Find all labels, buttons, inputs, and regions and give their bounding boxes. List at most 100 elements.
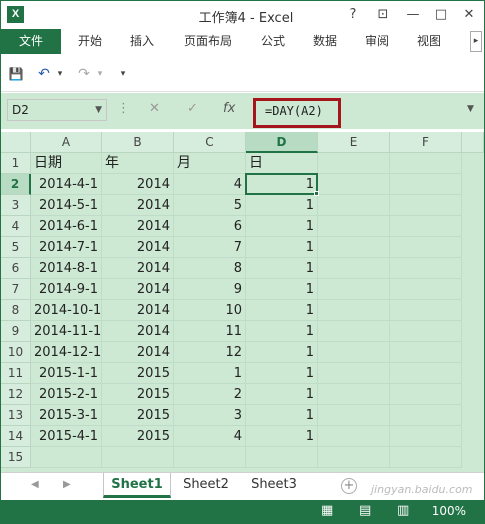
cell-b6[interactable]: 2014 <box>102 258 174 279</box>
cell-e6[interactable] <box>318 258 390 279</box>
sheet-tab-2[interactable]: Sheet2 <box>173 473 239 498</box>
row-header[interactable]: 6 <box>1 258 31 279</box>
row-header[interactable]: 15 <box>1 447 31 468</box>
worksheet-grid[interactable]: A B C D E F 1 日期年月日 2 2014-4-1 2014 4 1 3 2014-5-1 2014… <box>1 132 484 472</box>
cell-c14[interactable]: 4 <box>174 426 246 447</box>
tab-file[interactable]: 文件 <box>1 29 61 54</box>
cell-f1[interactable] <box>390 153 462 174</box>
cell-a5[interactable]: 2014-7-1 <box>31 237 102 258</box>
cell-e8[interactable] <box>318 300 390 321</box>
cell-b2[interactable]: 2014 <box>102 174 174 195</box>
cell-c8[interactable]: 10 <box>174 300 246 321</box>
save-icon[interactable]: 💾 <box>7 64 25 84</box>
cell-c7[interactable]: 9 <box>174 279 246 300</box>
column-header-f[interactable]: F <box>390 132 462 153</box>
formula-input[interactable]: =DAY(A2) <box>265 104 323 118</box>
cell-e14[interactable] <box>318 426 390 447</box>
cell-b4[interactable]: 2014 <box>102 216 174 237</box>
ribbon-display-button[interactable]: ⊡ <box>373 5 393 25</box>
cell-d13[interactable]: 1 <box>246 405 318 426</box>
cell-d14[interactable]: 1 <box>246 426 318 447</box>
page-break-icon[interactable]: ▥ <box>397 503 409 518</box>
cell-f15[interactable] <box>390 447 462 468</box>
cell-c10[interactable]: 12 <box>174 342 246 363</box>
cell-a3[interactable]: 2014-5-1 <box>31 195 102 216</box>
tab-page-layout[interactable]: 页面布局 <box>173 29 243 54</box>
cell-c11[interactable]: 1 <box>174 363 246 384</box>
cell-d7[interactable]: 1 <box>246 279 318 300</box>
cell-e5[interactable] <box>318 237 390 258</box>
cell-f2[interactable] <box>390 174 462 195</box>
customize-toolbar-icon[interactable]: ▾ <box>117 64 129 84</box>
expand-formula-icon[interactable]: ▼ <box>467 104 474 114</box>
cell-e7[interactable] <box>318 279 390 300</box>
cell-e11[interactable] <box>318 363 390 384</box>
cell-e2[interactable] <box>318 174 390 195</box>
cell-f11[interactable] <box>390 363 462 384</box>
cell-a13[interactable]: 2015-3-1 <box>31 405 102 426</box>
cell-b14[interactable]: 2015 <box>102 426 174 447</box>
cell-a9[interactable]: 2014-11-1 <box>31 321 102 342</box>
cell-c12[interactable]: 2 <box>174 384 246 405</box>
tab-insert[interactable]: 插入 <box>119 29 165 54</box>
column-header-b[interactable]: B <box>102 132 174 153</box>
cell-b15[interactable] <box>102 447 174 468</box>
cell-a12[interactable]: 2015-2-1 <box>31 384 102 405</box>
tab-data[interactable]: 数据 <box>303 29 347 54</box>
cell-f14[interactable] <box>390 426 462 447</box>
cell-e9[interactable] <box>318 321 390 342</box>
row-header[interactable]: 1 <box>1 153 31 174</box>
cell-a15[interactable] <box>31 447 102 468</box>
cell-f6[interactable] <box>390 258 462 279</box>
row-header[interactable]: 14 <box>1 426 31 447</box>
cell-c13[interactable]: 3 <box>174 405 246 426</box>
name-box[interactable]: D2 ▼ <box>7 99 107 121</box>
cell-b1[interactable]: 年 <box>102 153 174 174</box>
cell-e3[interactable] <box>318 195 390 216</box>
sheet-tab-1[interactable]: Sheet1 <box>103 473 171 498</box>
cell-a8[interactable]: 2014-10-1 <box>31 300 102 321</box>
cell-a10[interactable]: 2014-12-1 <box>31 342 102 363</box>
cell-c4[interactable]: 6 <box>174 216 246 237</box>
cell-f8[interactable] <box>390 300 462 321</box>
ribbon-scroll-right-icon[interactable]: ▸ <box>470 31 482 52</box>
undo-icon[interactable]: ↶ <box>35 64 53 84</box>
cell-d8[interactable]: 1 <box>246 300 318 321</box>
cancel-icon[interactable]: ✕ <box>149 101 160 116</box>
cell-f4[interactable] <box>390 216 462 237</box>
row-header[interactable]: 3 <box>1 195 31 216</box>
row-header[interactable]: 10 <box>1 342 31 363</box>
cell-a11[interactable]: 2015-1-1 <box>31 363 102 384</box>
cell-f10[interactable] <box>390 342 462 363</box>
cell-d12[interactable]: 1 <box>246 384 318 405</box>
column-header-c[interactable]: C <box>174 132 246 153</box>
row-header[interactable]: 4 <box>1 216 31 237</box>
fill-handle[interactable] <box>314 191 319 196</box>
chevron-down-icon[interactable]: ▼ <box>95 100 102 120</box>
maximize-button[interactable]: □ <box>431 5 451 25</box>
cell-d3[interactable]: 1 <box>246 195 318 216</box>
row-header[interactable]: 9 <box>1 321 31 342</box>
tab-review[interactable]: 审阅 <box>355 29 399 54</box>
cell-c2[interactable]: 4 <box>174 174 246 195</box>
cell-d4[interactable]: 1 <box>246 216 318 237</box>
sheet-tab-3[interactable]: Sheet3 <box>241 473 307 498</box>
tab-view[interactable]: 视图 <box>407 29 451 54</box>
close-button[interactable]: ✕ <box>459 5 479 25</box>
cell-b12[interactable]: 2015 <box>102 384 174 405</box>
column-header-overflow[interactable] <box>462 132 484 153</box>
cell-c3[interactable]: 5 <box>174 195 246 216</box>
cell-d6[interactable]: 1 <box>246 258 318 279</box>
cell-f9[interactable] <box>390 321 462 342</box>
cell-b13[interactable]: 2015 <box>102 405 174 426</box>
select-all-corner[interactable] <box>1 132 31 153</box>
tab-home[interactable]: 开始 <box>67 29 113 54</box>
cell-f5[interactable] <box>390 237 462 258</box>
cell-d5[interactable]: 1 <box>246 237 318 258</box>
row-header[interactable]: 13 <box>1 405 31 426</box>
cell-e10[interactable] <box>318 342 390 363</box>
row-header[interactable]: 7 <box>1 279 31 300</box>
cell-b8[interactable]: 2014 <box>102 300 174 321</box>
cell-b11[interactable]: 2015 <box>102 363 174 384</box>
minimize-button[interactable]: — <box>403 5 423 25</box>
